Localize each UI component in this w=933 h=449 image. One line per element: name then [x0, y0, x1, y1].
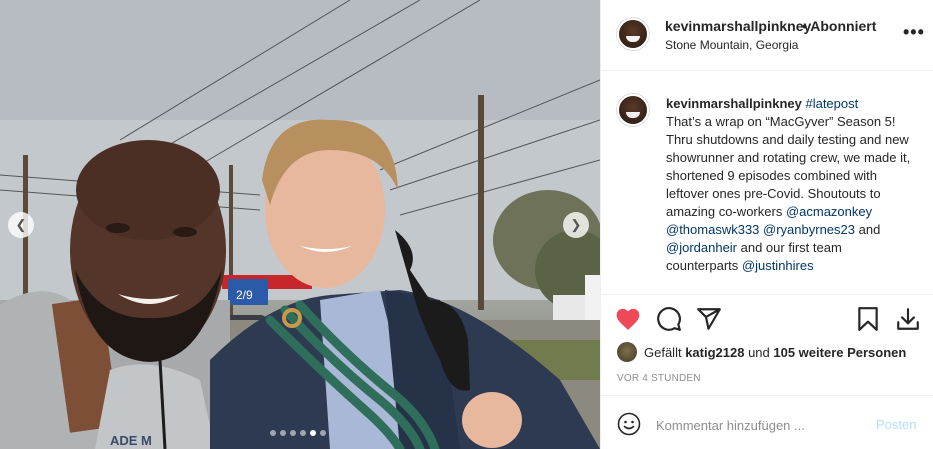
carousel-dot	[270, 430, 276, 436]
carousel-dot	[280, 430, 286, 436]
comment-input[interactable]	[656, 415, 866, 435]
download-icon	[897, 308, 919, 330]
mention-link[interactable]: @acmazonkey	[786, 204, 872, 219]
previous-photo-button[interactable]: ❮	[8, 212, 34, 238]
likes-middle: und	[744, 344, 774, 360]
like-button[interactable]	[614, 305, 642, 333]
caption-avatar[interactable]	[617, 94, 649, 126]
post-sidebar: kevinmarshallpinkney • Abonniert Stone M…	[600, 0, 933, 449]
post-header: kevinmarshallpinkney • Abonniert Stone M…	[601, 0, 933, 71]
download-button[interactable]	[894, 305, 922, 333]
post-timestamp[interactable]: VOR 4 STUNDEN	[617, 373, 701, 384]
share-button[interactable]	[695, 305, 723, 333]
liker-avatar[interactable]	[617, 342, 637, 362]
chevron-left-icon: ❮	[15, 217, 27, 232]
likes-count-link[interactable]: 105 weitere Personen	[773, 345, 906, 360]
photo-scene: 2/9 ADE M	[0, 0, 600, 449]
carousel-dot	[320, 430, 326, 436]
bookmark-icon	[858, 307, 878, 331]
caption-username[interactable]: kevinmarshallpinkney	[666, 96, 802, 111]
hashtag-link[interactable]: #latepost	[805, 96, 858, 111]
sign-text: 2/9	[236, 288, 253, 302]
mention-link[interactable]: @justinhires	[742, 258, 814, 273]
carousel-dot	[290, 430, 296, 436]
author-username[interactable]: kevinmarshallpinkney	[665, 18, 811, 34]
likes-summary: Gefällt katig2128 und 105 weitere Person…	[617, 342, 906, 362]
save-button[interactable]	[854, 305, 882, 333]
comment-bar: Posten	[601, 395, 933, 449]
comment-button[interactable]	[655, 305, 683, 333]
next-photo-button[interactable]: ❯	[563, 212, 589, 238]
post-photo[interactable]: 2/9 ADE M ❮ ❯	[0, 0, 600, 449]
carousel-indicator	[270, 430, 326, 436]
caption-text: kevinmarshallpinkney #latepost That’s a …	[666, 95, 916, 275]
heart-icon	[616, 308, 640, 330]
share-icon	[697, 308, 721, 330]
shirt-text: ADE M	[110, 433, 152, 448]
liker-username[interactable]: katig2128	[685, 345, 744, 360]
action-bar	[601, 294, 933, 338]
mention-link[interactable]: @ryanbyrnes23	[763, 222, 855, 237]
avatar[interactable]	[617, 18, 649, 50]
caption-body: and	[855, 222, 881, 237]
comment-icon	[657, 307, 681, 331]
more-options-button[interactable]: •••	[903, 22, 925, 43]
carousel-dot-active	[310, 430, 316, 436]
mention-link[interactable]: @jordanheir	[666, 240, 737, 255]
mention-link[interactable]: @thomaswk333	[666, 222, 759, 237]
emoji-icon[interactable]	[617, 412, 641, 436]
caption-section: kevinmarshallpinkney #latepost That’s a …	[601, 86, 933, 293]
carousel-dot	[300, 430, 306, 436]
likes-prefix: Gefällt	[644, 344, 686, 360]
chevron-right-icon: ❯	[570, 217, 582, 232]
follow-status[interactable]: • Abonniert	[802, 18, 876, 34]
post-comment-button[interactable]: Posten	[876, 417, 916, 432]
post-location[interactable]: Stone Mountain, Georgia	[665, 38, 798, 52]
